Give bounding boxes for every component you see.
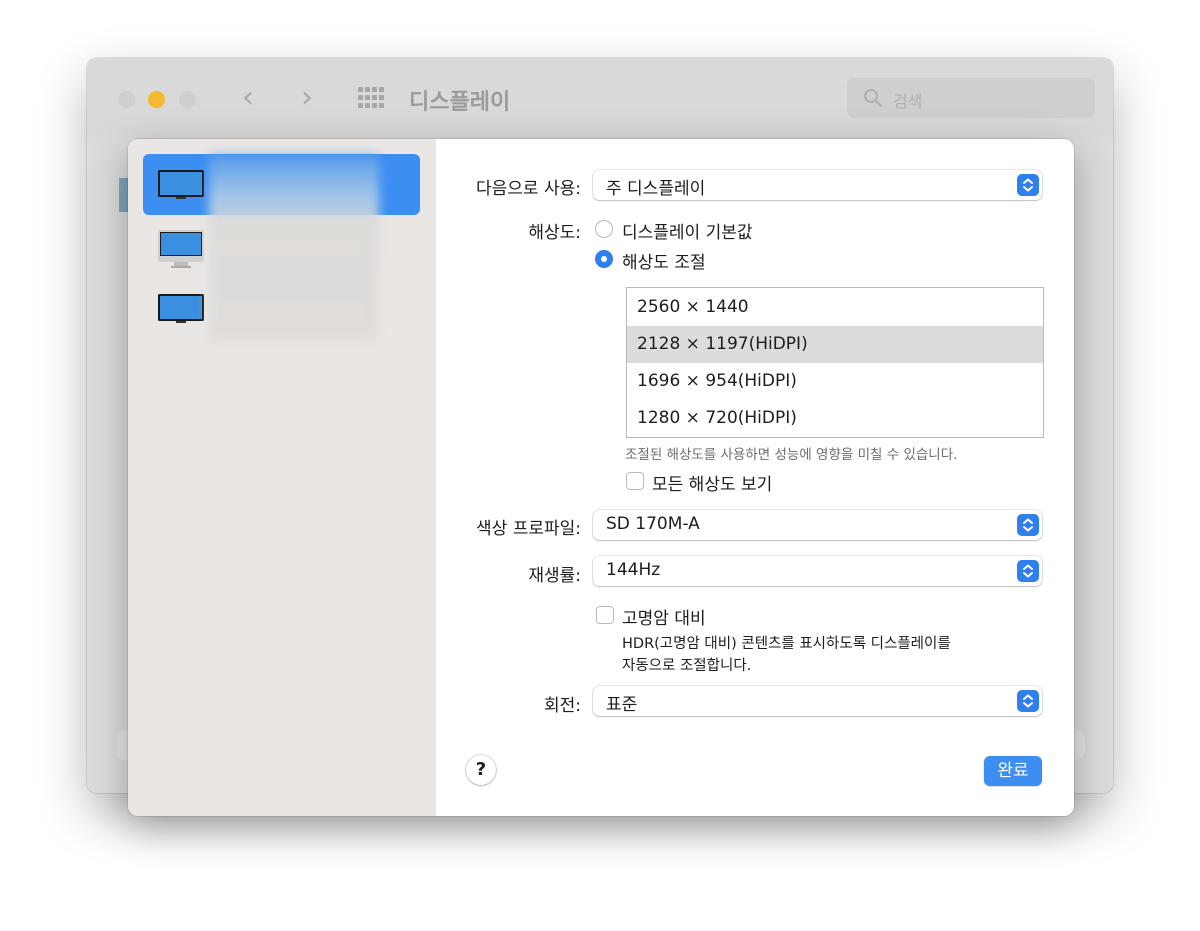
use-as-label: 다음으로 사용: (476, 179, 581, 199)
window-title: 디스플레이 (409, 90, 511, 115)
resolution-row[interactable]: 1280 × 720(HiDPI) (627, 400, 1043, 437)
resolution-row-selected[interactable]: 2128 × 1197(HiDPI) (627, 326, 1043, 363)
minimize-window-button[interactable] (148, 91, 165, 108)
hdr-label: 고명암 대비 (622, 609, 706, 629)
zoom-window-button[interactable] (179, 91, 196, 108)
resolution-scaled-radio[interactable] (595, 250, 613, 268)
forward-chevron-icon[interactable]: › (301, 80, 313, 116)
show-all-grid-icon[interactable] (358, 87, 384, 109)
hdr-description-line1: HDR(고명암 대비) 콘텐츠를 표시하도록 디스플레이를 (622, 636, 951, 652)
show-all-resolutions-label: 모든 해상도 보기 (652, 475, 773, 495)
display-sidebar (128, 139, 436, 816)
popup-chevron-icon (1017, 514, 1039, 536)
color-profile-label: 색상 프로파일: (476, 519, 581, 539)
refresh-rate-label: 재생률: (528, 566, 581, 586)
back-chevron-icon[interactable]: ‹ (242, 80, 254, 116)
resolution-list[interactable]: 2560 × 1440 2128 × 1197(HiDPI) 1696 × 95… (626, 287, 1044, 438)
resolution-performance-note: 조절된 해상도를 사용하면 성능에 영향을 미칠 수 있습니다. (625, 447, 958, 463)
imac-icon (158, 230, 204, 268)
rotation-value: 표준 (606, 695, 638, 715)
hdr-checkbox[interactable] (596, 606, 614, 624)
rotation-popup[interactable]: 표준 (593, 686, 1042, 716)
show-all-resolutions-checkbox[interactable] (626, 472, 644, 490)
use-as-popup[interactable]: 주 디스플레이 (593, 170, 1042, 200)
use-as-value: 주 디스플레이 (606, 179, 706, 199)
close-window-button[interactable] (118, 91, 135, 108)
blurred-display-names (209, 155, 379, 341)
refresh-rate-value: 144Hz (606, 560, 661, 580)
settings-pane: 다음으로 사용: 주 디스플레이 해상도: 디스플레이 기본값 해상도 조절 2… (436, 139, 1074, 816)
resolution-default-radio[interactable] (595, 220, 613, 238)
resolution-scaled-label: 해상도 조절 (622, 253, 706, 273)
popup-chevron-icon (1017, 174, 1039, 196)
hdr-description-line2: 자동으로 조절합니다. (622, 658, 752, 674)
help-button[interactable]: ? (466, 755, 496, 785)
search-icon (864, 89, 883, 108)
search-field[interactable]: 검색 (847, 78, 1095, 118)
resolution-label: 해상도: (528, 223, 581, 243)
popup-chevron-icon (1017, 560, 1039, 582)
resolution-default-label: 디스플레이 기본값 (622, 223, 753, 243)
monitor-icon (158, 170, 204, 199)
search-placeholder: 검색 (893, 92, 923, 111)
display-settings-sheet: 다음으로 사용: 주 디스플레이 해상도: 디스플레이 기본값 해상도 조절 2… (128, 139, 1074, 816)
color-profile-popup[interactable]: SD 170M-A (593, 510, 1042, 540)
refresh-rate-popup[interactable]: 144Hz (593, 556, 1042, 586)
resolution-row[interactable]: 1696 × 954(HiDPI) (627, 363, 1043, 400)
window-titlebar: ‹ › 디스플레이 검색 (87, 58, 1113, 138)
rotation-label: 회전: (543, 696, 581, 716)
popup-chevron-icon (1017, 690, 1039, 712)
monitor-icon (158, 294, 204, 323)
color-profile-value: SD 170M-A (606, 514, 700, 534)
resolution-row[interactable]: 2560 × 1440 (627, 289, 1043, 326)
done-button[interactable]: 완료 (984, 756, 1042, 786)
